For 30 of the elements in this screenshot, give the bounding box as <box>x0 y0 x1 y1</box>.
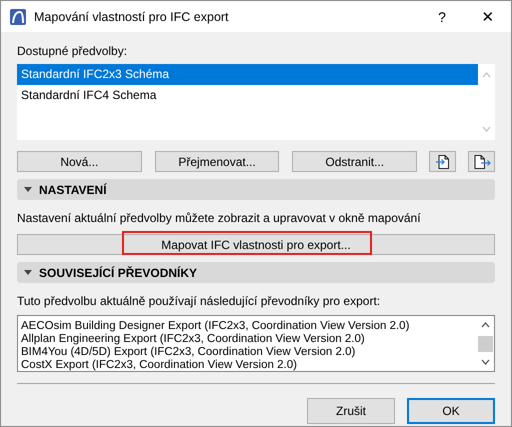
section-header[interactable]: SOUVISEJÍCÍ PŘEVODNÍKY <box>17 262 495 283</box>
section-text: Tuto předvolbu aktuálně používají následující převodníky pro export: <box>17 294 382 309</box>
import-button[interactable] <box>429 151 456 172</box>
scroll-up-icon[interactable] <box>481 322 490 328</box>
section-header[interactable]: NASTAVENÍ <box>17 179 495 200</box>
dialog-button[interactable]: OK <box>407 398 495 424</box>
preset-item[interactable]: Standardní IFC4 Schema <box>17 85 478 106</box>
presets-label: Dostupné předvolby: <box>17 44 128 59</box>
converter-item[interactable]: CostX Export (IFC2x3, Coordination View Version 2.0) <box>21 359 477 372</box>
document-arrow-out-icon <box>472 154 491 170</box>
export-button[interactable] <box>468 151 495 172</box>
dialog-button[interactable]: Zrušit <box>307 398 395 424</box>
preset-button[interactable]: Přejmenovat... <box>154 151 280 172</box>
preset-button[interactable]: Odstranit... <box>292 151 418 172</box>
converter-item[interactable]: BIM4You (4D/5D) Export (IFC2x3, Coordination View Version 2.0) <box>21 346 477 359</box>
scroll-down-icon[interactable] <box>481 359 490 365</box>
preset-button[interactable]: Nová... <box>17 151 142 172</box>
preset-item[interactable]: Standardní IFC2x3 Schéma <box>17 64 478 85</box>
window-title: Mapování vlastností pro IFC export <box>34 10 230 24</box>
document-arrow-in-icon <box>434 154 451 170</box>
section-text: Nastavení aktuální předvolby můžete zobrazit a upravovat v okně mapování <box>17 211 422 226</box>
converter-item[interactable]: Allplan Engineering Export (IFC2x3, Coordination View Version 2.0) <box>21 333 477 346</box>
close-button[interactable]: ✕ <box>465 8 511 26</box>
help-button[interactable]: ? <box>419 8 465 24</box>
map-properties-button[interactable]: Mapovat IFC vlastnosti pro export... <box>17 234 495 255</box>
collapse-triangle-icon <box>24 187 32 192</box>
collapse-triangle-icon <box>24 270 32 275</box>
app-icon <box>10 8 26 24</box>
converter-item[interactable]: AECOsim Building Designer Export (IFC2x3, Coordination View Version 2.0) <box>21 320 477 333</box>
scroll-thumb[interactable] <box>478 336 493 352</box>
